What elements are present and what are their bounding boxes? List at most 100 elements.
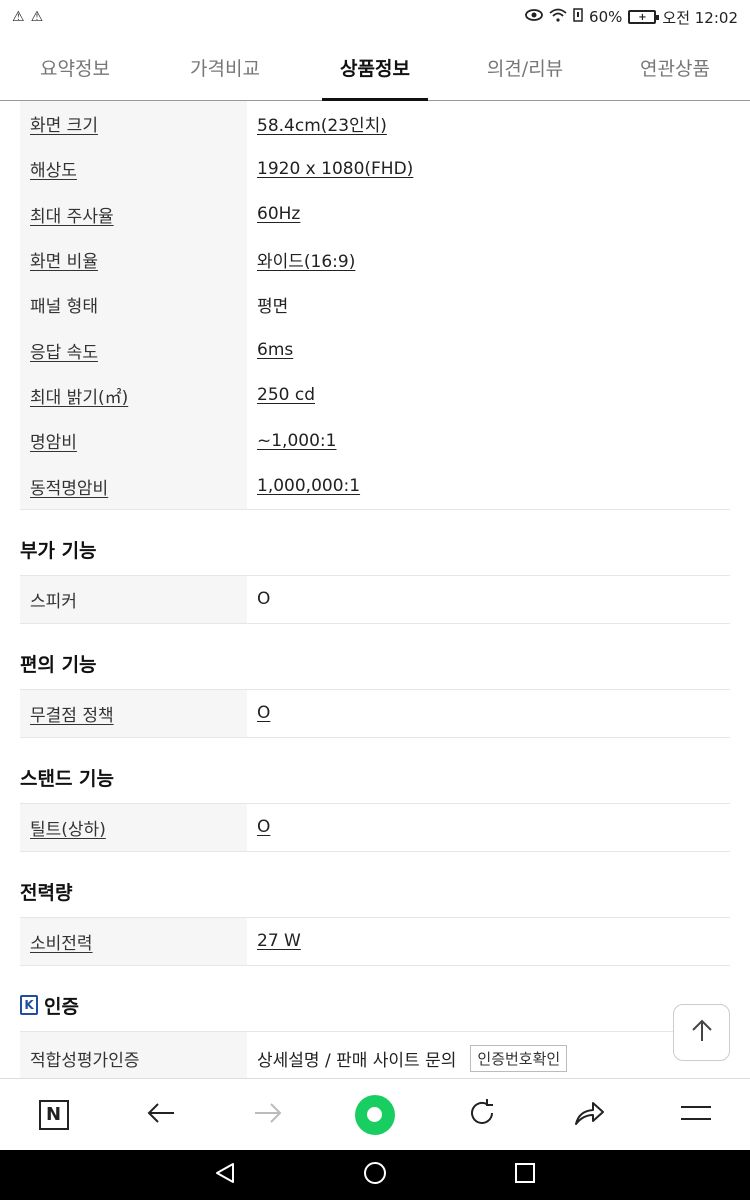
spec-value-contrast[interactable]: ~1,000:1 [247, 418, 730, 463]
spec-key-label[interactable]: 최대 밝기(㎡) [30, 383, 128, 408]
spec-value-conformity: 상세설명 / 판매 사이트 문의 인증번호확인 [247, 1032, 730, 1078]
spec-value-screen-size[interactable]: 58.4cm(23인치) [247, 101, 730, 146]
share-button[interactable] [559, 1085, 619, 1145]
spec-key-label: 패널 형태 [30, 297, 98, 318]
spec-key-label[interactable]: 명암비 [30, 428, 77, 453]
cert-number-check-button[interactable]: 인증번호확인 [470, 1045, 568, 1073]
table-row: 소비전력 27 W [20, 917, 730, 965]
stand-spec-table: 틸트(상하) O [20, 803, 730, 852]
section-title-power: 전력량 [20, 852, 730, 918]
spec-content: 화면 크기 58.4cm(23인치) 해상도 1920 x 1080(FHD) … [0, 101, 750, 1078]
spec-value-power-consumption[interactable]: 27 W [247, 918, 730, 965]
spec-value-max-brightness[interactable]: 250 cd [247, 373, 730, 418]
tab-price-compare[interactable]: 가격비교 [150, 34, 300, 100]
convenience-spec-table: 무결점 정책 O [20, 689, 730, 738]
spec-key-conformity: 적합성평가인증 [20, 1031, 247, 1078]
spec-value-label[interactable]: O [257, 703, 270, 723]
status-bar: ⚠ ⚠ 60% + 오전 12:02 [0, 0, 750, 34]
naver-home-button[interactable]: N [24, 1085, 84, 1145]
spec-value-speaker: O [247, 576, 730, 623]
hamburger-icon [680, 1103, 712, 1127]
refresh-button[interactable] [452, 1085, 512, 1145]
spec-value-aspect-ratio[interactable]: 와이드(16:9) [247, 237, 730, 282]
system-nav-bar [0, 1150, 750, 1200]
table-row: 명암비 ~1,000:1 [20, 418, 730, 464]
spec-key-aspect-ratio[interactable]: 화면 비율 [20, 236, 247, 283]
spec-key-refresh-rate[interactable]: 최대 주사율 [20, 191, 247, 237]
spec-key-resolution[interactable]: 해상도 [20, 146, 247, 192]
spec-value-label[interactable]: 60Hz [257, 204, 300, 224]
clock: 오전 12:02 [662, 8, 738, 27]
spec-value-label[interactable]: 250 cd [257, 385, 315, 405]
battery-percent: 60% [589, 8, 623, 26]
product-tabs: 요약정보 가격비교 상품정보 의견/리뷰 연관상품 [0, 34, 750, 101]
spec-key-label[interactable]: 소비전력 [30, 929, 93, 954]
spec-value-refresh-rate[interactable]: 60Hz [247, 192, 730, 237]
spec-key-label[interactable]: 해상도 [30, 156, 77, 181]
arrow-right-icon [253, 1101, 283, 1129]
spec-value-label[interactable]: 27 W [257, 931, 301, 951]
table-row: 최대 밝기(㎡) 250 cd [20, 372, 730, 419]
spec-value-resolution[interactable]: 1920 x 1080(FHD) [247, 146, 730, 191]
table-row: 해상도 1920 x 1080(FHD) [20, 146, 730, 192]
spec-value-label[interactable]: 6ms [257, 340, 293, 360]
spec-key-no-defect-policy[interactable]: 무결점 정책 [20, 689, 247, 737]
table-row: 화면 크기 58.4cm(23인치) [20, 101, 730, 147]
spec-key-label[interactable]: 응답 속도 [30, 338, 98, 363]
browser-toolbar: N [0, 1078, 750, 1150]
spec-key-power-consumption[interactable]: 소비전력 [20, 917, 247, 965]
wifi-icon [549, 8, 567, 26]
spec-key-label[interactable]: 화면 크기 [30, 111, 98, 136]
section-title-cert: K 인증 [20, 966, 730, 1032]
signal-icon [573, 8, 583, 26]
spec-key-tilt[interactable]: 틸트(상하) [20, 803, 247, 851]
back-button[interactable] [131, 1085, 191, 1145]
spec-key-response-time[interactable]: 응답 속도 [20, 327, 247, 373]
spec-key-label[interactable]: 동적명암비 [30, 474, 108, 499]
spec-key-max-brightness[interactable]: 최대 밝기(㎡) [20, 372, 247, 419]
warning-icon: ⚠ [30, 9, 44, 25]
section-title-convenience: 편의 기능 [20, 624, 730, 690]
spec-key-panel-type: 패널 형태 [20, 282, 247, 328]
spec-value-dynamic-contrast[interactable]: 1,000,000:1 [247, 463, 730, 508]
spec-value-label: 상세설명 / 판매 사이트 문의 [257, 1051, 457, 1072]
kc-cert-icon: K [20, 995, 38, 1016]
tab-reviews[interactable]: 의견/리뷰 [450, 34, 600, 100]
scroll-to-top-button[interactable] [673, 1004, 730, 1061]
spec-value-label[interactable]: 1920 x 1080(FHD) [257, 159, 413, 179]
green-dot-button[interactable] [345, 1085, 405, 1145]
spec-value-no-defect-policy[interactable]: O [247, 690, 730, 737]
spec-key-label[interactable]: 틸트(상하) [30, 815, 106, 840]
spec-key-label[interactable]: 무결점 정책 [30, 701, 114, 726]
table-row: 적합성평가인증 상세설명 / 판매 사이트 문의 인증번호확인 [20, 1031, 730, 1078]
forward-button[interactable] [238, 1085, 298, 1145]
spec-value-label[interactable]: O [257, 817, 270, 837]
spec-key-dynamic-contrast[interactable]: 동적명암비 [20, 463, 247, 509]
status-left: ⚠ ⚠ [12, 9, 43, 25]
tab-product-info[interactable]: 상품정보 [300, 34, 450, 101]
spec-value-label[interactable]: 1,000,000:1 [257, 476, 360, 496]
cert-title-label: 인증 [44, 995, 79, 1018]
spec-key-label[interactable]: 최대 주사율 [30, 202, 114, 227]
nav-back-icon[interactable] [214, 1162, 236, 1188]
status-right: 60% + 오전 12:02 [525, 7, 738, 28]
spec-key-screen-size[interactable]: 화면 크기 [20, 101, 247, 147]
spec-value-tilt[interactable]: O [247, 804, 730, 851]
spec-value-label[interactable]: 와이드(16:9) [257, 247, 355, 272]
spec-key-contrast[interactable]: 명암비 [20, 418, 247, 464]
cert-spec-table: 적합성평가인증 상세설명 / 판매 사이트 문의 인증번호확인 [20, 1031, 730, 1078]
tab-related[interactable]: 연관상품 [600, 34, 750, 100]
arrow-left-icon [146, 1101, 176, 1129]
spec-key-label[interactable]: 화면 비율 [30, 247, 98, 272]
spec-value-label[interactable]: ~1,000:1 [257, 431, 336, 451]
tab-summary[interactable]: 요약정보 [0, 34, 150, 100]
table-row: 무결점 정책 O [20, 689, 730, 737]
warning-icon: ⚠ [12, 9, 25, 25]
spec-value-response-time[interactable]: 6ms [247, 327, 730, 372]
nav-recents-icon[interactable] [514, 1162, 536, 1188]
power-spec-table: 소비전력 27 W [20, 917, 730, 966]
table-row: 스피커 O [20, 575, 730, 623]
spec-value-label[interactable]: 58.4cm(23인치) [257, 111, 387, 136]
menu-button[interactable] [666, 1085, 726, 1145]
nav-home-icon[interactable] [363, 1161, 387, 1189]
